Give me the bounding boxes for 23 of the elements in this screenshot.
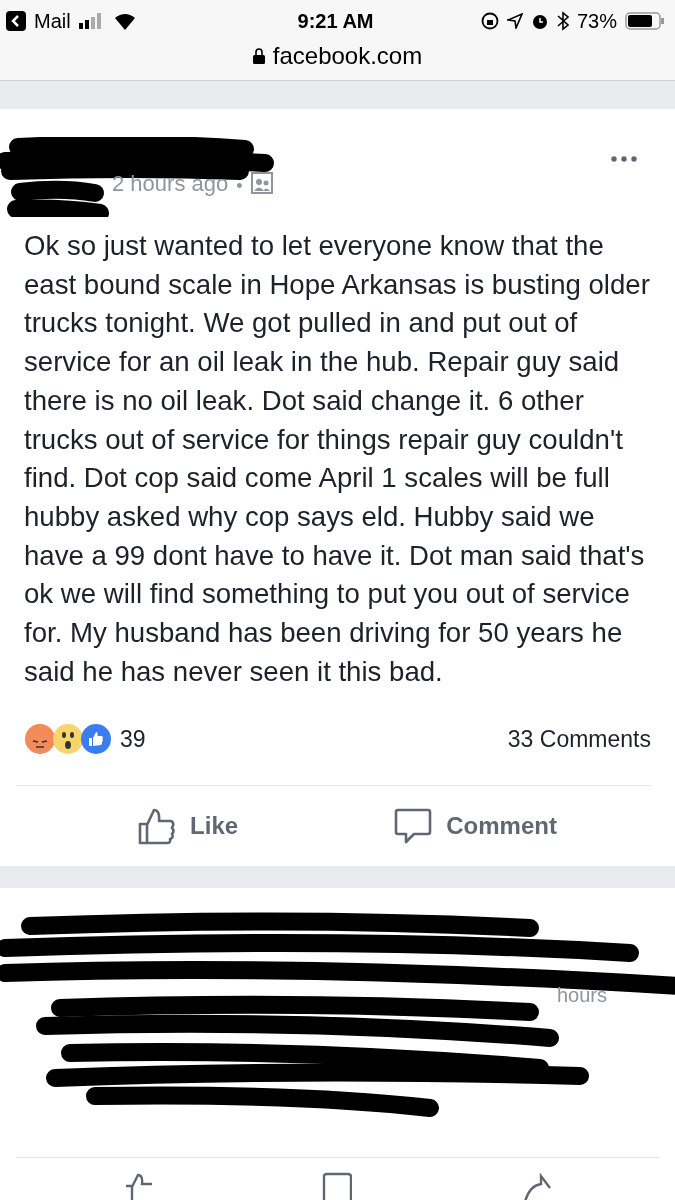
wifi-icon bbox=[112, 12, 137, 30]
battery-percent: 73% bbox=[577, 9, 617, 33]
back-icon bbox=[6, 11, 26, 31]
post-text: Ok so just wanted to let everyone know that the east bound scale in Hope Arkansas is busting older trucks tonight. We got pulled in and put out of service for an oil leak in the hub. Repair guy said there is no oil leak. Dot said change it. 6 other trucks out of service for things repair guy couldn't find. Dot cop said come April 1 scales will be full hubby asked why cop says eld. Hubby said we have a 99 dont have to have it. Dot man said that's ok we will find something to put you out of service for. My husband has been driving for 50 years he said he has never seen it this bad. bbox=[23, 229, 651, 689]
clock-time: 9:21 AM bbox=[297, 9, 374, 33]
wow-reaction-icon bbox=[52, 723, 84, 756]
back-label[interactable]: Mail bbox=[34, 9, 71, 33]
dot-separator: • bbox=[236, 176, 243, 197]
comment-button[interactable]: Comment bbox=[394, 807, 557, 846]
angry-reaction-icon bbox=[24, 723, 56, 756]
more-options-icon bbox=[611, 156, 637, 162]
location-icon bbox=[507, 13, 523, 29]
url-text[interactable]: facebook.com bbox=[272, 42, 423, 70]
like-reaction-icon bbox=[80, 723, 112, 756]
audience-icon bbox=[250, 172, 273, 194]
lock-icon bbox=[252, 48, 265, 64]
comment-count[interactable]: 33 Comments bbox=[507, 725, 651, 753]
reaction-count[interactable]: 39 bbox=[120, 725, 146, 753]
alarm-icon bbox=[531, 12, 549, 30]
battery-icon bbox=[625, 12, 665, 30]
rotation-lock-icon bbox=[481, 12, 499, 30]
bluetooth-icon bbox=[557, 11, 569, 31]
like-button[interactable]: Like bbox=[138, 807, 239, 846]
